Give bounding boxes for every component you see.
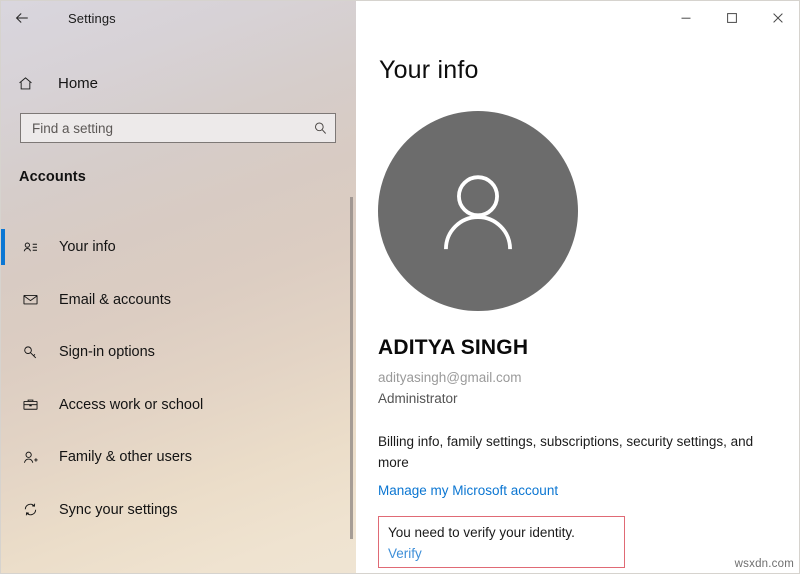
sync-icon (19, 501, 41, 518)
home-icon (17, 75, 41, 92)
app-title: Settings (68, 10, 116, 26)
search-box[interactable] (20, 113, 336, 143)
sidebar-item-label: Family & other users (59, 449, 192, 465)
user-name: ADITYA SINGH (378, 336, 529, 359)
search-input[interactable] (21, 114, 305, 142)
sidebar-item-label: Your info (59, 239, 116, 255)
sidebar-nav: Your info Email & accounts Sign-in optio… (1, 228, 341, 543)
verify-identity-message: You need to verify your identity. (388, 525, 575, 540)
sidebar-item-your-info[interactable]: Your info (1, 228, 341, 266)
user-email: adityasingh@gmail.com (378, 370, 522, 385)
sidebar-content: Home Accounts (1, 35, 356, 573)
page-title: Your info (379, 56, 479, 84)
sidebar-item-label: Sync your settings (59, 501, 178, 518)
sidebar-item-access-work-school[interactable]: Access work or school (1, 386, 341, 424)
contact-card-icon (19, 239, 41, 256)
sidebar-item-label: Sign-in options (59, 344, 155, 360)
titlebar: Settings (1, 1, 799, 35)
avatar (378, 111, 578, 311)
sidebar-item-family-other-users[interactable]: Family & other users (1, 438, 341, 476)
search-icon[interactable] (305, 121, 335, 136)
sidebar-item-sync-your-settings[interactable]: Sync your settings (1, 491, 341, 529)
verify-identity-box: You need to verify your identity. Verify (378, 516, 625, 568)
home-label: Home (58, 74, 99, 92)
settings-window: Home Accounts (0, 0, 800, 574)
watermark: wsxdn.com (734, 558, 794, 570)
sidebar: Home Accounts (1, 1, 356, 573)
section-heading: Accounts (19, 169, 86, 185)
window-controls (663, 1, 799, 35)
sidebar-item-label: Email & accounts (59, 291, 172, 308)
back-arrow-icon[interactable] (1, 1, 43, 35)
minimize-button[interactable] (663, 1, 709, 35)
sidebar-item-label: Access work or school (59, 396, 204, 413)
verify-link[interactable]: Verify (388, 546, 422, 561)
user-role: Administrator (378, 391, 458, 406)
person-add-icon (19, 449, 41, 466)
maximize-button[interactable] (709, 1, 755, 35)
selection-indicator (1, 229, 5, 265)
billing-description: Billing info, family settings, subscript… (378, 434, 754, 470)
key-icon (19, 344, 41, 361)
close-button[interactable] (755, 1, 799, 35)
titlebar-left: Settings (1, 1, 356, 35)
envelope-icon (19, 291, 41, 308)
manage-microsoft-account-link[interactable]: Manage my Microsoft account (378, 483, 558, 498)
sidebar-item-sign-in-options[interactable]: Sign-in options (1, 333, 341, 371)
sidebar-item-email-accounts[interactable]: Email & accounts (1, 281, 341, 319)
sidebar-scrollbar[interactable] (350, 197, 353, 539)
main-content: Your info ADITYA SINGH adityasingh@gmail… (356, 1, 799, 573)
briefcase-icon (19, 396, 41, 413)
sidebar-item-home[interactable]: Home (1, 64, 341, 102)
